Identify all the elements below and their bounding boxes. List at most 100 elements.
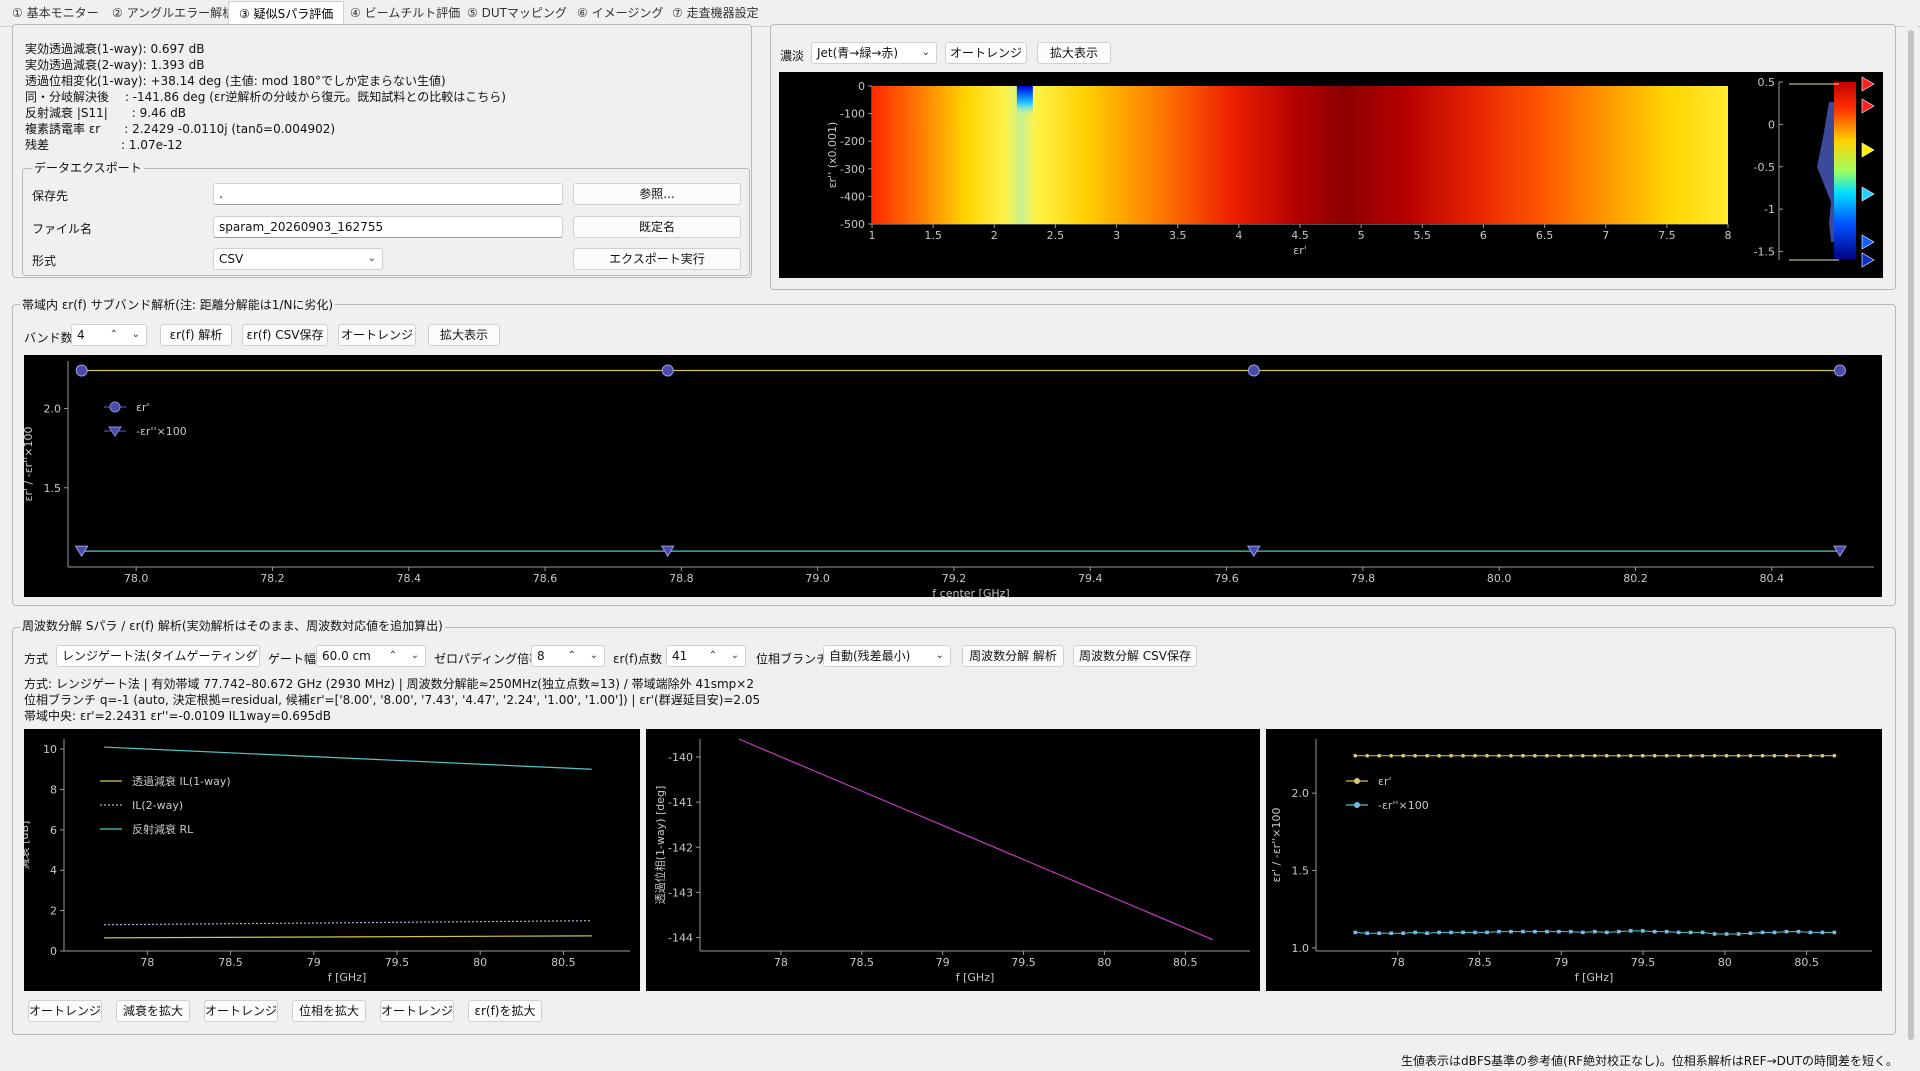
x-tick-label: 78.5 (850, 956, 875, 969)
data-point-er-real (1593, 753, 1597, 758)
erf-zoom-button[interactable]: εr(f)を拡大 (468, 1000, 542, 1022)
subband-analyze-button[interactable]: εr(f) 解析 (160, 324, 232, 346)
phase-autorange-button[interactable]: オートレンジ (204, 1000, 278, 1022)
gate-spinbox[interactable]: 60.0 cm ⌃ ⌄ (316, 645, 426, 667)
data-point-er-imag (1389, 931, 1393, 936)
tab-imaging[interactable]: ⑥ イメージング (567, 2, 673, 25)
data-point-er-imag (1533, 929, 1537, 934)
gate-label: ゲート幅 (268, 652, 317, 666)
colorbar-tick-label: -1 (1764, 203, 1775, 216)
y-tick-label: 8 (50, 783, 57, 796)
spin-down-icon[interactable]: ⌄ (590, 646, 598, 666)
data-point-er-imag (1593, 929, 1597, 934)
spin-down-icon[interactable]: ⌄ (731, 646, 739, 666)
data-point-er-imag (1664, 929, 1669, 934)
legend-label: εr' (1378, 775, 1392, 788)
subband-title: 帯域内 εr(f) サブバンド解析(注: 距離分解能は1/Nに劣化) (20, 296, 336, 313)
result-il1: 実効透過減衰(1-way): 0.697 dB (25, 42, 205, 56)
spin-up-icon[interactable]: ⌃ (568, 646, 576, 666)
data-point-er-imag (1509, 929, 1513, 934)
data-point-er-real (1724, 753, 1729, 758)
colorbar (1834, 82, 1856, 260)
x-tick-label: 6 (1480, 229, 1487, 242)
freq-info-1: 方式: レンジゲート法 | 有効帯域 77.742–80.672 GHz (29… (24, 677, 754, 691)
heatmap-zoom-button[interactable]: 拡大表示 (1037, 42, 1111, 64)
format-select[interactable]: CSV ⌄ (213, 248, 383, 270)
data-point-er-real (1509, 753, 1513, 758)
method-select[interactable]: レンジゲート法(タイムゲーティング) ⌄ (56, 645, 260, 667)
spin-down-icon[interactable]: ⌄ (132, 325, 140, 345)
attenuation-plot[interactable]: 78 78.5 79 79.5 80 80.5 10 8 6 4 2 0 f [GHz] 減衰 [dB] 透… (24, 729, 640, 991)
subband-autorange-button[interactable]: オートレンジ (338, 324, 416, 346)
x-tick-label: 80.0 (1487, 572, 1512, 585)
data-point-er-real (1437, 753, 1441, 758)
spin-up-icon[interactable]: ⌃ (110, 325, 118, 345)
atten-autorange-button[interactable]: オートレンジ (28, 1000, 102, 1022)
data-point-er-real (1664, 753, 1669, 758)
data-point-er-imag (1557, 929, 1561, 934)
y-axis-label: 減衰 [dB] (24, 821, 31, 870)
save-dest-input[interactable]: . (213, 183, 563, 205)
er-f-plot[interactable]: 78 78.5 79 79.5 80 80.5 2.0 1.5 1.0 f [GHz] εr' / … (1266, 729, 1882, 991)
data-point-er-real (1772, 753, 1777, 758)
tab-scan-settings[interactable]: ⑦ 走査機器設定 (662, 2, 769, 25)
data-point-er-imag (1784, 929, 1789, 934)
data-point-er-real (1377, 753, 1382, 758)
x-axis-label: f [GHz] (1575, 971, 1614, 984)
subband-plot[interactable]: 78.0 78.2 78.4 78.6 78.8 79.0 79.2 79.4 79.6 79.8… (24, 355, 1882, 597)
result-phase-resolved: 同・分岐解決後 : -141.86 deg (εr逆解析の分岐から復元。既知試料… (25, 90, 506, 104)
phase-zoom-button[interactable]: 位相を拡大 (292, 1000, 366, 1022)
tab-dut-mapping[interactable]: ⑤ DUTマッピング (457, 2, 577, 25)
freq-info-3: 帯域中央: εr'=2.2431 εr''=-0.0109 IL1way=0.6… (24, 709, 332, 723)
branch-select[interactable]: 自動(残差最小) ⌄ (823, 645, 951, 667)
spin-up-icon[interactable]: ⌃ (709, 646, 717, 666)
filename-input[interactable]: sparam_20260903_162755 (213, 216, 563, 238)
x-tick-label: 80.5 (1173, 956, 1198, 969)
x-tick-label: 79 (1554, 956, 1568, 969)
heatmap-autorange-button[interactable]: オートレンジ (945, 42, 1027, 64)
scrollbar-thumb[interactable] (1908, 30, 1914, 1040)
y-tick-label: -300 (840, 163, 865, 176)
x-tick-label: 4 (1235, 229, 1242, 242)
atten-zoom-button[interactable]: 減衰を拡大 (116, 1000, 190, 1022)
data-point-er-imag (1569, 929, 1573, 934)
x-tick-label: 78.8 (669, 572, 694, 585)
data-point-er-real (1389, 753, 1393, 758)
pts-spinbox[interactable]: 41 ⌃ ⌄ (666, 645, 746, 667)
data-point-er-real (1569, 753, 1573, 758)
result-s11: 反射減衰 |S11| : 9.46 dB (25, 106, 187, 120)
data-point-er-imag (1796, 929, 1801, 934)
data-point-er-imag (1712, 932, 1717, 936)
freq-csv-button[interactable]: 周波数分解 CSV保存 (1073, 645, 1197, 667)
freq-analyze-button[interactable]: 周波数分解 解析 (962, 645, 1064, 667)
x-tick-label: 79.8 (1351, 572, 1376, 585)
bands-spinbox[interactable]: 4 ⌃ ⌄ (71, 324, 147, 346)
heatmap-plot[interactable]: 1 1.5 2 2.5 3 3.5 4 4.5 5 5.5 6 6.5 7 7.5 8 0 -100 -200 -3… (779, 72, 1883, 278)
data-point-er-real (1700, 753, 1705, 758)
x-tick-label: 79.4 (1078, 572, 1103, 585)
tab-angle-error[interactable]: ② アングルエラー解析 (102, 2, 244, 25)
data-point-er-real (1688, 753, 1693, 758)
y-tick-label: 0 (858, 80, 865, 93)
subband-csv-button[interactable]: εr(f) CSV保存 (242, 324, 328, 346)
phase-plot[interactable]: 78 78.5 79 79.5 80 80.5 -140 -141 -142 -143 -144 f … (646, 729, 1260, 991)
spin-down-icon[interactable]: ⌄ (411, 646, 419, 666)
spin-up-icon[interactable]: ⌃ (389, 646, 397, 666)
format-label: 形式 (32, 254, 57, 268)
export-button[interactable]: エクスポート実行 (573, 248, 741, 270)
browse-button[interactable]: 参照... (573, 183, 741, 205)
data-point-er-real (75, 364, 88, 377)
zp-spinbox[interactable]: 8 ⌃ ⌄ (531, 645, 605, 667)
filename-label: ファイル名 (32, 222, 93, 236)
erf-autorange-button[interactable]: オートレンジ (380, 1000, 454, 1022)
subband-zoom-button[interactable]: 拡大表示 (428, 324, 500, 346)
y-tick-label: -144 (668, 931, 693, 944)
colormap-select[interactable]: Jet(青→緑→赤) ⌄ (811, 42, 937, 64)
x-axis-label: f [GHz] (328, 971, 367, 984)
tab-beam-tilt[interactable]: ④ ビームチルト評価 (340, 2, 470, 25)
tab-basic-monitor[interactable]: ① 基本モニター (2, 2, 109, 25)
data-point-er-real (1832, 753, 1837, 758)
default-name-button[interactable]: 既定名 (573, 216, 741, 238)
x-tick-label: 80.5 (551, 956, 576, 969)
method-label: 方式 (24, 652, 49, 666)
